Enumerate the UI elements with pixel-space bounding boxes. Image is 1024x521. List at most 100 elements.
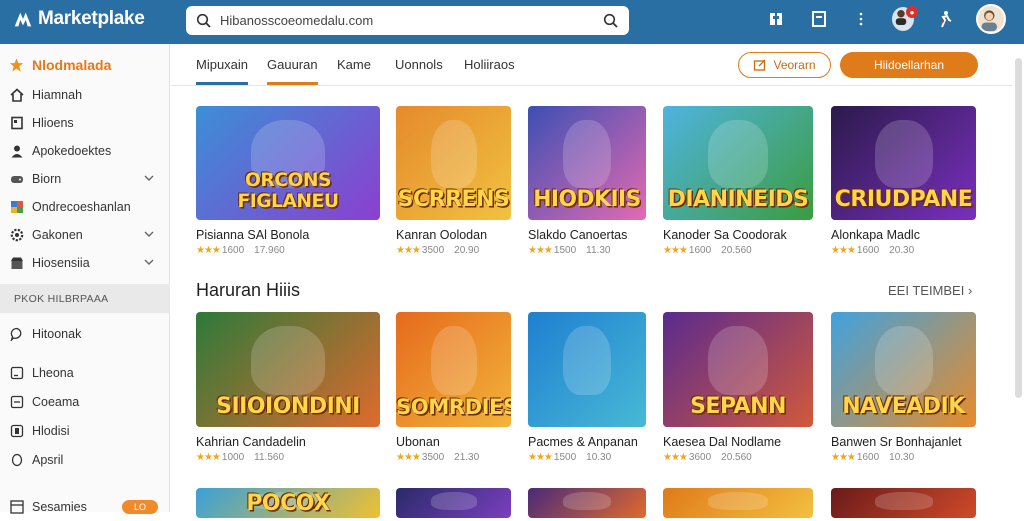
sidebar-item-label: Apokedoektes xyxy=(32,144,112,158)
game-card[interactable]: NAVEADIK Banwen Sr Bonhajanlet ★★★ 1600 10.3… xyxy=(831,312,976,471)
game-card[interactable]: SOMRDIES Ubonan ★★★ 3500 21.30 xyxy=(396,312,511,471)
game-thumbnail[interactable] xyxy=(663,488,813,518)
more-icon[interactable] xyxy=(850,8,872,30)
game-card[interactable] xyxy=(396,488,511,518)
sidebar-item-profile[interactable]: Apokedoektes xyxy=(0,137,170,165)
circle-icon xyxy=(9,453,24,468)
game-thumbnail[interactable] xyxy=(528,312,646,427)
sidebar-item-messages[interactable]: Hitoonak xyxy=(0,320,170,348)
game-title[interactable]: Kanran Oolodan xyxy=(396,228,487,242)
sidebar-item-bookmark[interactable]: Hlodisi xyxy=(0,417,170,445)
game-thumbnail[interactable] xyxy=(831,488,976,518)
game-card[interactable] xyxy=(831,488,976,518)
sidebar-item-bottom[interactable]: Sesamies LO xyxy=(0,493,170,521)
game-title[interactable]: Kahrian Candadelin xyxy=(196,435,306,449)
game-card[interactable]: HIODKIIS Slakdo Canoertas ★★★ 1500 11.30 xyxy=(528,106,646,264)
scrollbar[interactable] xyxy=(1015,58,1022,398)
game-card[interactable]: ORCONS FIGLANEU Pisianna SAl Bonola ★★★ 160… xyxy=(196,106,380,264)
game-card[interactable]: SIIOIONDINI Kahrian Candadelin ★★★ 1000 11.5… xyxy=(196,312,380,471)
game-meta: ★★★ 1600 20.560 xyxy=(663,245,752,256)
sidebar-item-games[interactable]: Biorn xyxy=(0,165,170,193)
game-card[interactable]: POCOX xyxy=(196,488,380,518)
see-all-link[interactable]: EEI TEIMBEI › xyxy=(888,283,972,298)
outline-action-button[interactable]: Veorarn xyxy=(738,52,831,78)
game-card[interactable]: Pacmes & Anpanan ★★★ 1500 10.30 xyxy=(528,312,646,471)
profile-avatar[interactable] xyxy=(976,4,1006,34)
sidebar-item-settings[interactable]: Gakonen xyxy=(0,221,170,249)
game-thumbnail[interactable]: CRIUDPANE xyxy=(831,106,976,220)
game-thumbnail[interactable]: SOMRDIES xyxy=(396,312,511,427)
window-icon xyxy=(9,395,24,410)
search-submit-icon[interactable] xyxy=(603,13,619,29)
tab-kame[interactable]: Kame xyxy=(337,57,371,82)
notification-avatar-icon[interactable]: ● xyxy=(892,6,918,31)
primary-action-button[interactable]: Hiidoellarhan xyxy=(840,52,978,78)
game-price: 10.30 xyxy=(889,452,915,463)
section-title: Haruran Hiiis xyxy=(196,280,301,300)
sidebar-item-library[interactable]: Hlioens xyxy=(0,109,170,137)
sidebar-item-label: Biorn xyxy=(32,172,62,186)
game-title[interactable]: Kaesea Dal Nodlame xyxy=(663,435,781,449)
game-card[interactable]: DIANINEIDS Kanoder Sa Coodorak ★★★ 1600 20.5… xyxy=(663,106,813,264)
app-logo[interactable]: Marketplake xyxy=(12,8,145,30)
chat-icon xyxy=(9,327,24,342)
search-input[interactable] xyxy=(220,13,595,28)
game-price: 20.30 xyxy=(889,245,915,256)
sidebar-item-window-2[interactable]: Coeama xyxy=(0,388,170,416)
character-art xyxy=(708,119,768,189)
grid-icon[interactable] xyxy=(766,8,788,30)
sidebar-item-creators[interactable]: Ondrecoeshanlan xyxy=(0,193,170,221)
game-thumbnail[interactable] xyxy=(528,488,646,518)
game-title[interactable]: Ubonan xyxy=(396,435,440,449)
rating-count: 3500 xyxy=(421,245,445,256)
chevron-down-icon[interactable] xyxy=(144,173,154,183)
sidebar: Nlodmalada Hiamnah Hlioens Apokedoektes … xyxy=(0,44,170,514)
game-title[interactable]: Banwen Sr Bonhajanlet xyxy=(831,435,962,449)
game-card[interactable] xyxy=(528,488,646,518)
tab-holiiraos[interactable]: Holiiraos xyxy=(464,57,515,82)
tab-mipuxain[interactable]: Mipuxain xyxy=(196,57,249,85)
game-meta: ★★★ 3500 20.90 xyxy=(396,245,479,256)
sidebar-item-label: Hiosensiia xyxy=(32,256,90,270)
game-title[interactable]: Pacmes & Anpanan xyxy=(528,435,638,449)
chevron-down-icon[interactable] xyxy=(144,257,154,267)
game-price: 10.30 xyxy=(586,452,612,463)
sidebar-item-store[interactable]: Hiosensiia xyxy=(0,249,170,277)
sidebar-item-circle[interactable]: Apsril xyxy=(0,446,170,474)
game-card[interactable]: SEPANN Kaesea Dal Nodlame ★★★ 3600 20.560 xyxy=(663,312,813,471)
game-thumbnail[interactable]: POCOX xyxy=(196,488,380,518)
game-title[interactable]: Slakdo Canoertas xyxy=(528,228,627,242)
game-thumbnail[interactable]: NAVEADIK xyxy=(831,312,976,427)
game-title[interactable]: Kanoder Sa Coodorak xyxy=(663,228,787,242)
search-bar[interactable] xyxy=(186,6,629,35)
game-card[interactable]: CRIUDPANE Alonkapa Madlc ★★★ 1600 20.30 xyxy=(831,106,976,264)
game-thumbnail[interactable]: SCRRENS xyxy=(396,106,511,220)
game-thumbnail[interactable]: ORCONS FIGLANEU xyxy=(196,106,380,220)
tab-uonnols[interactable]: Uonnols xyxy=(395,57,443,82)
game-title[interactable]: Alonkapa Madlc xyxy=(831,228,920,242)
logo-icon xyxy=(14,12,32,27)
chevron-down-icon[interactable] xyxy=(144,229,154,239)
game-thumbnail[interactable] xyxy=(396,488,511,518)
sidebar-item-window-1[interactable]: Lheona xyxy=(0,359,170,387)
game-thumbnail[interactable]: DIANINEIDS xyxy=(663,106,813,220)
game-card[interactable]: SCRRENS Kanran Oolodan ★★★ 3500 20.90 xyxy=(396,106,511,264)
user-run-icon[interactable] xyxy=(934,8,956,30)
game-thumbnail[interactable]: SIIOIONDINI xyxy=(196,312,380,427)
sidebar-item-label: Hlodisi xyxy=(32,424,70,438)
game-price: 20.90 xyxy=(454,245,480,256)
sidebar-item-featured[interactable]: Nlodmalada xyxy=(0,51,170,79)
sidebar-item-label: Hiamnah xyxy=(32,88,83,102)
game-thumbnail[interactable]: SEPANN xyxy=(663,312,813,427)
character-art xyxy=(563,325,611,395)
game-thumbnail[interactable]: HIODKIIS xyxy=(528,106,646,220)
store-icon xyxy=(9,256,24,271)
rating-count: 1500 xyxy=(553,245,577,256)
game-card[interactable] xyxy=(663,488,813,518)
sidebar-item-home[interactable]: Hiamnah xyxy=(0,81,170,109)
game-title[interactable]: Pisianna SAl Bonola xyxy=(196,228,309,242)
game-meta: ★★★ 3600 20.560 xyxy=(663,452,752,463)
tab-gauuran[interactable]: Gauuran xyxy=(267,57,318,85)
rating-stars: ★★★ xyxy=(528,245,553,256)
library-icon[interactable] xyxy=(808,8,830,30)
